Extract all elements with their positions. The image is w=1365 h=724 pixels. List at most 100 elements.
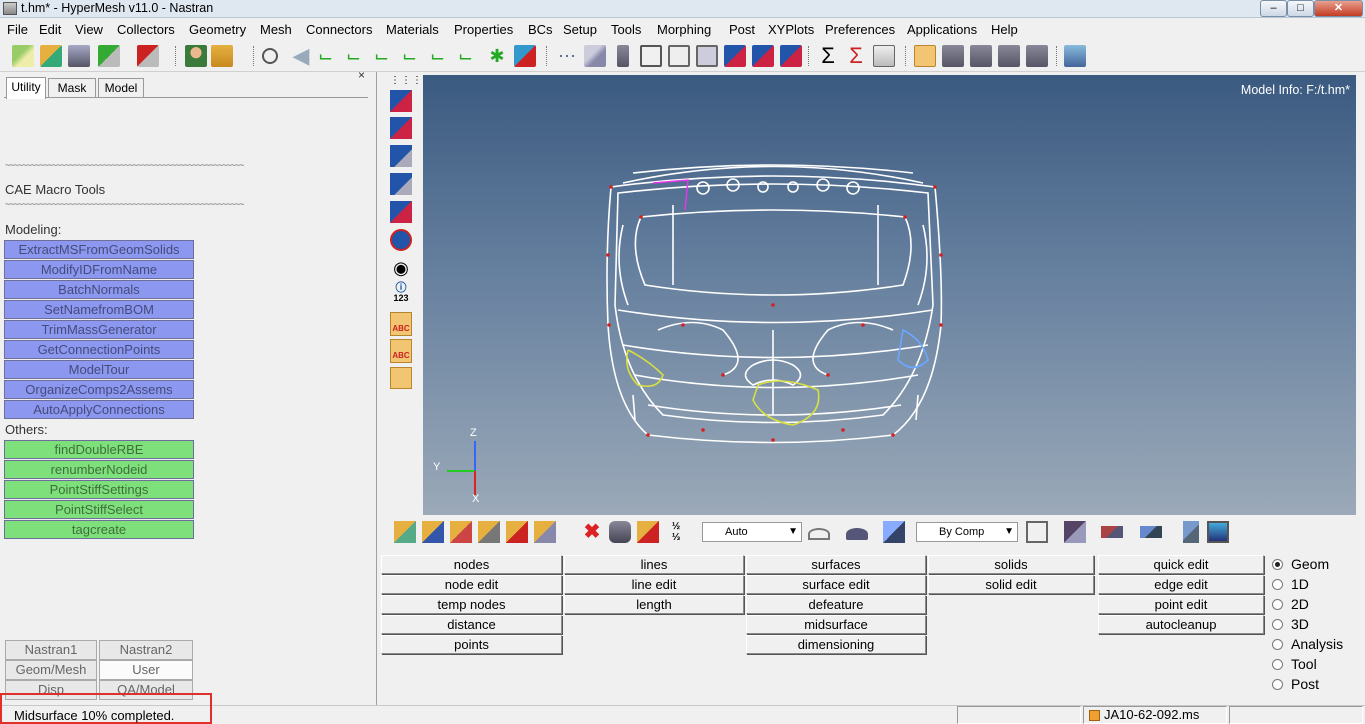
menu-properties[interactable]: Properties — [454, 22, 513, 37]
view-yz-back-icon[interactable]: ⌙ — [458, 45, 480, 67]
visualization-options-icon[interactable]: ⋯ — [556, 45, 578, 67]
find-binoculars-icon[interactable]: ◉ — [390, 257, 412, 279]
panel-point-edit-button[interactable]: point edit — [1098, 595, 1264, 614]
clear-abc-icon[interactable]: ABC — [390, 339, 412, 363]
panel-node-edit-button[interactable]: node edit — [381, 575, 562, 594]
menu-bcs[interactable]: BCs — [528, 22, 553, 37]
monitor-icon[interactable] — [1207, 521, 1229, 543]
macro-renumber-nodeid-button[interactable]: renumberNodeid — [4, 460, 194, 479]
page-radio-2d[interactable]: 2D — [1272, 596, 1309, 612]
panel-surface-edit-button[interactable]: surface edit — [746, 575, 926, 594]
layout-single-icon[interactable] — [914, 45, 936, 67]
menu-preferences[interactable]: Preferences — [825, 22, 895, 37]
delete-icon[interactable]: ✖ — [581, 521, 603, 543]
entity-count-icon[interactable]: ⓘ 123 — [390, 283, 412, 305]
elements-shaded-icon[interactable] — [724, 45, 746, 67]
display-settings-icon[interactable] — [1183, 521, 1199, 543]
element-color-icon[interactable] — [1140, 526, 1162, 538]
macro-organize-comps-button[interactable]: OrganizeComps2Assems — [4, 380, 194, 399]
tab-nastran2[interactable]: Nastran2 — [99, 640, 193, 660]
menu-view[interactable]: View — [75, 22, 103, 37]
menu-edit[interactable]: Edit — [39, 22, 61, 37]
volume-display-icon[interactable] — [883, 521, 905, 543]
new-model-icon[interactable] — [12, 45, 34, 67]
macro-tagcreate-button[interactable]: tagcreate — [4, 520, 194, 539]
mesh-shaded-icon[interactable] — [1064, 521, 1086, 543]
view-yz-front-icon[interactable]: ⌙ — [430, 45, 452, 67]
open-folder-icon[interactable] — [211, 45, 233, 67]
tab-utility[interactable]: Utility — [6, 77, 46, 99]
page-radio-geom[interactable]: Geom — [1272, 556, 1329, 572]
mesh-wireframe-icon[interactable] — [1026, 521, 1048, 543]
open-model-icon[interactable] — [40, 45, 62, 67]
panel-distance-button[interactable]: distance — [381, 615, 562, 634]
panel-points-button[interactable]: points — [381, 635, 562, 654]
minimize-button[interactable]: – — [1260, 0, 1287, 17]
clipping-icon[interactable] — [584, 45, 606, 67]
reverse-mask-icon[interactable] — [390, 201, 412, 223]
macro-find-double-rbe-button[interactable]: findDoubleRBE — [4, 440, 194, 459]
sum-check-icon[interactable]: Σ — [845, 45, 867, 67]
panel-edge-edit-button[interactable]: edge edit — [1098, 575, 1264, 594]
assemblies-icon[interactable] — [422, 521, 444, 543]
macro-modify-id-button[interactable]: ModifyIDFromName — [4, 260, 194, 279]
graphics-viewport[interactable]: Model Info: F:/t.hm* Z Y X — [423, 75, 1356, 515]
normals-display-icon[interactable] — [390, 367, 412, 389]
elements-feature-icon[interactable] — [780, 45, 802, 67]
menu-morphing[interactable]: Morphing — [657, 22, 711, 37]
reject-icon[interactable] — [609, 521, 631, 543]
maximize-button[interactable]: □ — [1287, 0, 1314, 17]
menu-collectors[interactable]: Collectors — [117, 22, 175, 37]
calculator-icon[interactable] — [873, 45, 895, 67]
panel-quick-edit-button[interactable]: quick edit — [1098, 555, 1264, 574]
menu-geometry[interactable]: Geometry — [189, 22, 246, 37]
page-radio-1d[interactable]: 1D — [1272, 576, 1309, 592]
panel-close-icon[interactable]: × — [358, 68, 365, 82]
panel-solids-button[interactable]: solids — [928, 555, 1094, 574]
macro-point-stiff-settings-button[interactable]: PointStiffSettings — [4, 480, 194, 499]
previous-view-icon[interactable]: ◀ — [290, 45, 312, 67]
entity-display-icon[interactable] — [390, 90, 412, 112]
view-xy-top-icon[interactable]: ⌙ — [318, 45, 340, 67]
systems-icon[interactable] — [478, 521, 500, 543]
show-all-icon[interactable] — [390, 229, 412, 251]
macro-model-tour-button[interactable]: ModelTour — [4, 360, 194, 379]
menu-mesh[interactable]: Mesh — [260, 22, 292, 37]
macro-trim-mass-button[interactable]: TrimMassGenerator — [4, 320, 194, 339]
panel-solid-edit-button[interactable]: solid edit — [928, 575, 1094, 594]
menu-tools[interactable]: Tools — [611, 22, 641, 37]
menu-applications[interactable]: Applications — [907, 22, 977, 37]
restore-view-icon[interactable] — [514, 45, 536, 67]
mask-all-icon[interactable] — [390, 173, 412, 195]
panel-midsurface-button[interactable]: midsurface — [746, 615, 926, 634]
menu-post[interactable]: Post — [729, 22, 755, 37]
page-radio-3d[interactable]: 3D — [1272, 616, 1309, 632]
panel-surfaces-button[interactable]: surfaces — [746, 555, 926, 574]
color-mode-select[interactable]: By Comp ▼ — [916, 522, 1018, 542]
macro-set-name-button[interactable]: SetNamefromBOM — [4, 300, 194, 319]
panel-defeature-button[interactable]: defeature — [746, 595, 926, 614]
layout-two-icon[interactable] — [942, 45, 964, 67]
mask-element-icon[interactable] — [390, 117, 412, 139]
tab-nastran1[interactable]: Nastran1 — [5, 640, 97, 660]
spot-light-icon[interactable] — [617, 45, 629, 67]
menu-setup[interactable]: Setup — [563, 22, 597, 37]
expand-window-icon[interactable] — [1064, 45, 1086, 67]
loadsteps-icon[interactable] — [506, 521, 528, 543]
unmask-icon[interactable] — [390, 145, 412, 167]
import-icon[interactable] — [98, 45, 120, 67]
shaded-geometry-icon[interactable] — [846, 528, 868, 540]
view-xy-bottom-icon[interactable]: ⌙ — [346, 45, 368, 67]
macro-connection-points-button[interactable]: GetConnectionPoints — [4, 340, 194, 359]
renumber-icon[interactable]: ½⅓ — [665, 521, 687, 543]
panel-lines-button[interactable]: lines — [564, 555, 744, 574]
menu-materials[interactable]: Materials — [386, 22, 439, 37]
panel-line-edit-button[interactable]: line edit — [564, 575, 744, 594]
panel-nodes-button[interactable]: nodes — [381, 555, 562, 574]
load-collectors-icon[interactable] — [450, 521, 472, 543]
tab-geom-mesh[interactable]: Geom/Mesh — [5, 660, 97, 680]
menu-xyplots[interactable]: XYPlots — [768, 22, 814, 37]
numbers-abc-icon[interactable]: ABC — [390, 312, 412, 336]
menu-connectors[interactable]: Connectors — [306, 22, 372, 37]
tab-user[interactable]: User — [99, 660, 193, 680]
